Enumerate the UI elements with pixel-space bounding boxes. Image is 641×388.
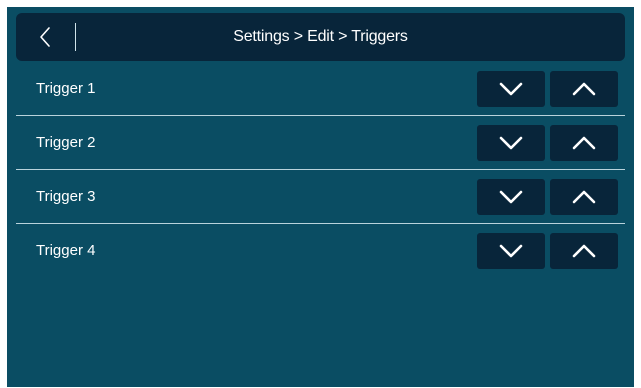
chevron-up-icon <box>572 136 596 150</box>
page-title: Settings > Edit > Triggers <box>233 28 408 45</box>
chevron-down-icon <box>499 136 523 150</box>
trigger-label: Trigger 2 <box>36 134 96 151</box>
trigger-4-up-button[interactable] <box>550 233 618 269</box>
trigger-row: Trigger 1 <box>16 63 625 116</box>
trigger-label: Trigger 1 <box>36 80 96 97</box>
trigger-1-down-button[interactable] <box>477 71 545 107</box>
back-button[interactable] <box>16 13 74 61</box>
chevron-down-icon <box>499 190 523 204</box>
trigger-label: Trigger 3 <box>36 188 96 205</box>
chevron-down-icon <box>499 244 523 258</box>
trigger-label: Trigger 4 <box>36 242 96 259</box>
chevron-up-icon <box>572 190 596 204</box>
trigger-list: Trigger 1 Trigger 2 Trigger 3 Trigger 4 <box>16 63 625 278</box>
triggers-screen: Settings > Edit > Triggers Trigger 1 Tri… <box>7 7 634 387</box>
chevron-down-icon <box>499 82 523 96</box>
trigger-3-down-button[interactable] <box>477 179 545 215</box>
chevron-up-icon <box>572 244 596 258</box>
chevron-up-icon <box>572 82 596 96</box>
trigger-2-down-button[interactable] <box>477 125 545 161</box>
trigger-1-up-button[interactable] <box>550 71 618 107</box>
header-bar: Settings > Edit > Triggers <box>16 13 625 61</box>
trigger-2-up-button[interactable] <box>550 125 618 161</box>
trigger-row: Trigger 3 <box>16 171 625 224</box>
trigger-4-down-button[interactable] <box>477 233 545 269</box>
chevron-left-icon <box>38 26 52 48</box>
trigger-row: Trigger 4 <box>16 225 625 277</box>
trigger-3-up-button[interactable] <box>550 179 618 215</box>
trigger-row: Trigger 2 <box>16 117 625 170</box>
